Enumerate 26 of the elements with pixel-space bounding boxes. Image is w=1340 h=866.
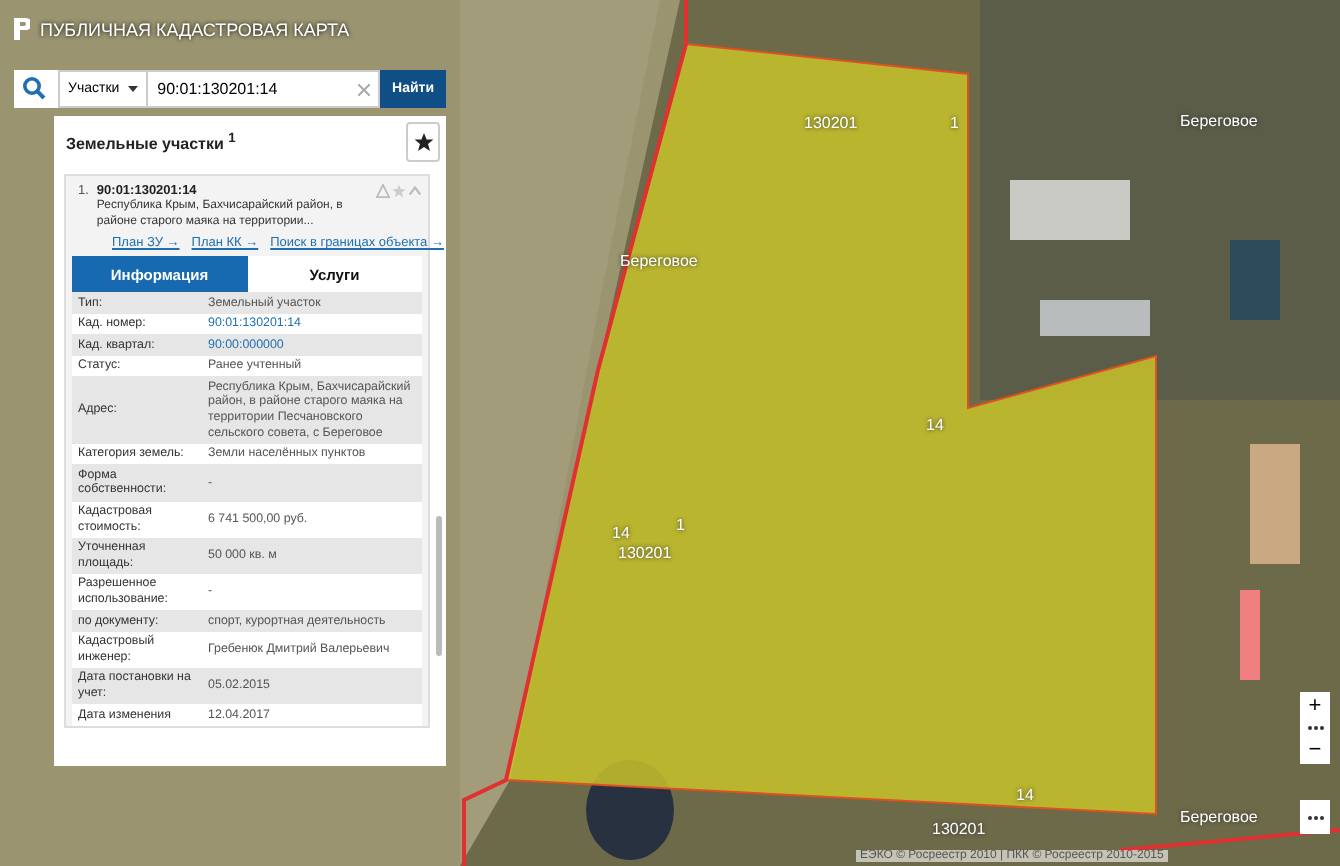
map-label: 130201 [932, 820, 986, 838]
search-icon[interactable] [22, 76, 46, 100]
map-label: Береговое [1180, 112, 1258, 130]
search-field[interactable]: 90:01:130201:14 [147, 70, 381, 108]
warning-icon[interactable] [376, 184, 390, 198]
logo-icon [14, 18, 30, 40]
map-label: 1 [950, 114, 959, 132]
map-label: Береговое [1180, 808, 1258, 826]
more-button[interactable] [1300, 800, 1330, 834]
star-icon[interactable] [392, 184, 406, 198]
dots-icon [1305, 813, 1325, 821]
map-label: 14 [926, 416, 944, 434]
chevron-up-icon[interactable] [408, 184, 422, 198]
clear-icon[interactable] [358, 84, 371, 96]
favorites-button[interactable] [406, 122, 440, 162]
map-label: 14 [612, 524, 630, 542]
scrollbar[interactable] [436, 516, 442, 656]
map-label: 130201 [618, 544, 672, 562]
map-label: 130201 [804, 114, 858, 132]
map-label: 1 [676, 516, 685, 534]
results-title: Земельные участки $^{1}$ [66, 131, 236, 153]
star-icon [413, 132, 433, 152]
dots-icon [1305, 724, 1325, 732]
app-title: ПУБЛИЧНАЯ КАДАСТРОВАЯ КАРТА [40, 19, 350, 39]
map-label: 14 [1016, 786, 1034, 804]
caret-icon [127, 86, 138, 92]
